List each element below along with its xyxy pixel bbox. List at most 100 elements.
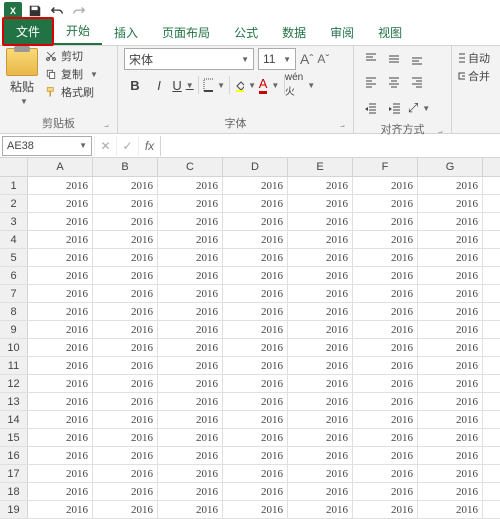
cell[interactable]: 2016 — [418, 447, 483, 464]
col-header[interactable]: C — [158, 158, 223, 176]
cell[interactable]: 2016 — [418, 285, 483, 302]
cell[interactable]: 2016 — [28, 285, 93, 302]
border-button[interactable]: ▼ — [203, 74, 225, 96]
cell[interactable]: 2016 — [158, 447, 223, 464]
cell[interactable]: 2016 — [353, 339, 418, 356]
row-header[interactable]: 18 — [0, 483, 28, 500]
cell[interactable]: 2016 — [418, 321, 483, 338]
copy-button[interactable]: 复制▼ — [44, 66, 98, 82]
cell[interactable]: 2016 — [158, 339, 223, 356]
cell[interactable]: 2016 — [288, 195, 353, 212]
cell[interactable]: 2016 — [353, 393, 418, 410]
cell[interactable]: 2016 — [353, 465, 418, 482]
cell[interactable]: 2016 — [288, 411, 353, 428]
cell[interactable]: 2016 — [223, 321, 288, 338]
row-header[interactable]: 4 — [0, 231, 28, 248]
cell[interactable]: 2016 — [28, 321, 93, 338]
cell[interactable]: 2016 — [223, 429, 288, 446]
cell[interactable]: 2016 — [28, 411, 93, 428]
format-painter-button[interactable]: 格式刷 — [44, 84, 98, 100]
orientation-icon[interactable]: ⤢▼ — [408, 97, 430, 119]
cell[interactable]: 2016 — [93, 357, 158, 374]
cell[interactable]: 2016 — [158, 429, 223, 446]
cell[interactable]: 2016 — [93, 447, 158, 464]
wrap-text-button[interactable]: 自动 — [458, 50, 490, 66]
cell[interactable]: 2016 — [353, 213, 418, 230]
cell[interactable]: 2016 — [28, 465, 93, 482]
col-header[interactable]: E — [288, 158, 353, 176]
cell[interactable]: 2016 — [418, 339, 483, 356]
cell[interactable]: 2016 — [288, 231, 353, 248]
cell[interactable]: 2016 — [353, 177, 418, 194]
cell[interactable]: 2016 — [418, 429, 483, 446]
font-name-select[interactable]: 宋体▼ — [124, 48, 254, 70]
row-header[interactable]: 9 — [0, 321, 28, 338]
cell[interactable]: 2016 — [353, 447, 418, 464]
cell[interactable]: 2016 — [418, 501, 483, 518]
cell[interactable]: 2016 — [418, 177, 483, 194]
cell[interactable]: 2016 — [353, 375, 418, 392]
name-box[interactable]: AE38▼ — [2, 136, 92, 156]
cell[interactable]: 2016 — [418, 213, 483, 230]
cell[interactable]: 2016 — [353, 411, 418, 428]
font-color-button[interactable]: A▼ — [258, 74, 280, 96]
cell[interactable]: 2016 — [288, 267, 353, 284]
cell[interactable]: 2016 — [93, 177, 158, 194]
row-header[interactable]: 6 — [0, 267, 28, 284]
cell[interactable]: 2016 — [223, 501, 288, 518]
row-header[interactable]: 16 — [0, 447, 28, 464]
cell[interactable]: 2016 — [288, 177, 353, 194]
cell[interactable]: 2016 — [223, 375, 288, 392]
cell[interactable]: 2016 — [93, 393, 158, 410]
select-all-corner[interactable] — [0, 158, 28, 176]
cell[interactable]: 2016 — [158, 501, 223, 518]
formula-input[interactable] — [160, 136, 500, 156]
cell[interactable]: 2016 — [288, 249, 353, 266]
align-center-icon[interactable] — [383, 71, 405, 93]
row-header[interactable]: 11 — [0, 357, 28, 374]
tab-layout[interactable]: 页面布局 — [150, 20, 222, 45]
cell[interactable]: 2016 — [28, 303, 93, 320]
cell[interactable]: 2016 — [288, 321, 353, 338]
cell[interactable]: 2016 — [353, 501, 418, 518]
enter-icon[interactable]: ✓ — [116, 136, 138, 156]
cell[interactable]: 2016 — [223, 483, 288, 500]
cell[interactable]: 2016 — [93, 303, 158, 320]
cell[interactable]: 2016 — [353, 429, 418, 446]
cell[interactable]: 2016 — [93, 429, 158, 446]
cell[interactable]: 2016 — [353, 267, 418, 284]
cell[interactable]: 2016 — [353, 231, 418, 248]
tab-review[interactable]: 审阅 — [318, 20, 366, 45]
cell[interactable]: 2016 — [28, 231, 93, 248]
cell[interactable]: 2016 — [93, 321, 158, 338]
cell[interactable]: 2016 — [223, 213, 288, 230]
decrease-font-icon[interactable]: Aˇ — [317, 52, 329, 66]
cell[interactable]: 2016 — [353, 285, 418, 302]
cut-button[interactable]: 剪切 — [44, 48, 98, 64]
cell[interactable]: 2016 — [223, 285, 288, 302]
cell[interactable]: 2016 — [223, 177, 288, 194]
cell[interactable]: 2016 — [28, 501, 93, 518]
cell[interactable]: 2016 — [158, 465, 223, 482]
cell[interactable]: 2016 — [418, 195, 483, 212]
cell[interactable]: 2016 — [28, 177, 93, 194]
cell[interactable]: 2016 — [223, 465, 288, 482]
row-header[interactable]: 2 — [0, 195, 28, 212]
tab-home[interactable]: 开始 — [54, 18, 102, 45]
cell[interactable]: 2016 — [28, 339, 93, 356]
paste-button[interactable]: 粘贴 — [10, 78, 34, 95]
align-right-icon[interactable] — [406, 71, 428, 93]
row-header[interactable]: 1 — [0, 177, 28, 194]
underline-button[interactable]: U▼ — [172, 74, 194, 96]
cell[interactable]: 2016 — [28, 429, 93, 446]
spreadsheet-grid[interactable]: ABCDEFG 12016201620162016201620162016220… — [0, 158, 500, 519]
cell[interactable]: 2016 — [288, 303, 353, 320]
cell[interactable]: 2016 — [28, 195, 93, 212]
font-size-select[interactable]: 11▼ — [258, 48, 296, 70]
cell[interactable]: 2016 — [28, 483, 93, 500]
cell[interactable]: 2016 — [418, 465, 483, 482]
tab-file[interactable]: 文件 — [2, 17, 54, 46]
cell[interactable]: 2016 — [28, 375, 93, 392]
col-header[interactable]: A — [28, 158, 93, 176]
cell[interactable]: 2016 — [93, 339, 158, 356]
